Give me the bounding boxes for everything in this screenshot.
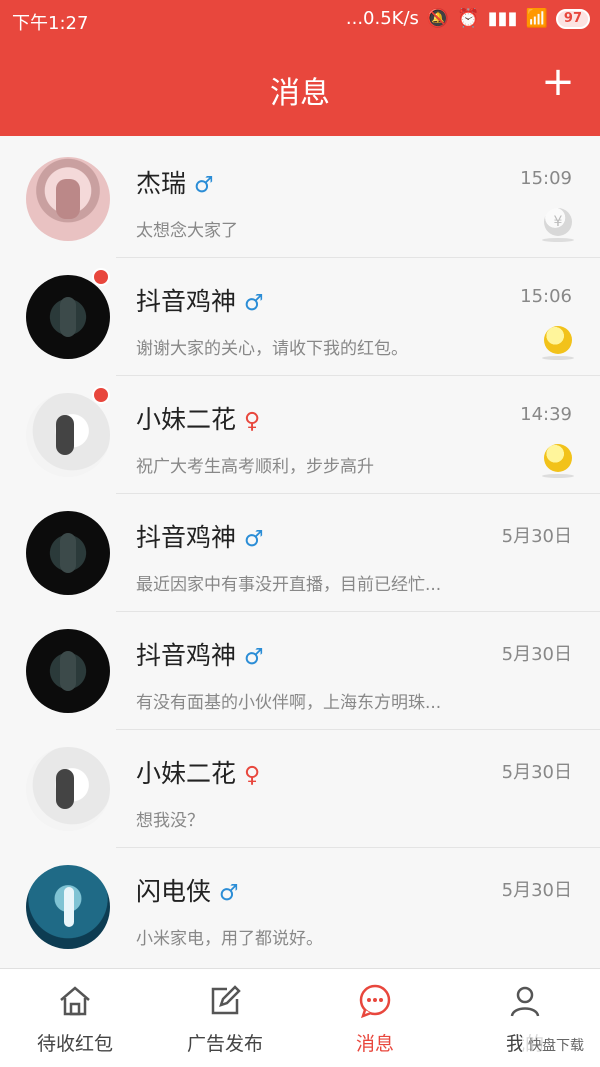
bottom-nav: 待收红包 广告发布 消息 我的 [0,968,600,1067]
message-row[interactable]: 抖音鸡神 ♂ 15:06 谢谢大家的关心，请收下我的红包。 [0,258,600,376]
app-header: 下午1:27 ...0.5K/s 🔕 ⏰ ▮▮▮ 📶 97 消息 + [0,0,600,136]
male-icon: ♂ [244,645,264,670]
male-icon: ♂ [244,291,264,316]
contact-name-text: 抖音鸡神 [136,641,237,670]
contact-name-text: 小妹二花 [136,759,237,788]
home-icon [60,986,90,1016]
avatar [26,629,110,713]
status-bar: 下午1:27 ...0.5K/s 🔕 ⏰ ▮▮▮ 📶 97 [0,0,600,40]
message-preview: 小米家电，用了都说好。 [136,929,323,949]
signal-icon: ▮▮▮ [487,8,518,29]
tab-red-packets[interactable]: 待收红包 [0,969,150,1067]
message-time: 5月30日 [501,762,572,783]
male-icon: ♂ [244,527,264,552]
tab-label: 消息 [355,1033,394,1055]
avatar [26,393,110,477]
contact-name-text: 抖音鸡神 [136,523,237,552]
contact-name: 小妹二花 ♀ [136,400,260,436]
message-time: 5月30日 [501,526,572,547]
contact-name: 抖音鸡神 ♂ [136,518,264,554]
gray-coin-icon: ¥ [544,208,572,236]
status-time: 下午1:27 [12,13,89,34]
avatar [26,275,110,359]
contact-name: 抖音鸡神 ♂ [136,636,264,672]
message-list: 杰瑞 ♂ 15:09 太想念大家了 ¥ 抖音鸡神 ♂ 15:06 谢谢大家的关心，请… [0,140,600,966]
contact-name: 小妹二花 ♀ [136,754,260,790]
male-icon: ♂ [194,173,214,198]
mute-icon: 🔕 [426,8,450,29]
message-preview: 祝广大考生高考顺利，步步高升 [136,457,374,477]
message-preview: 最近因家中有事没开直播，目前已经忙... [136,575,442,595]
message-time: 5月30日 [501,644,572,665]
add-button[interactable]: + [538,62,578,102]
tab-ad-publish[interactable]: 广告发布 [150,969,300,1067]
message-row[interactable]: 小妹二花 ♀ 14:39 祝广大考生高考顺利，步步高升 [0,376,600,494]
contact-name-text: 杰瑞 [136,169,187,198]
battery-icon: 97 [555,8,590,29]
status-icons: ...0.5K/s 🔕 ⏰ ▮▮▮ 📶 97 [346,8,590,29]
wifi-icon: 📶 [525,8,548,29]
tab-label: 广告发布 [186,1033,263,1055]
contact-name-text: 小妹二花 [136,405,237,434]
message-time: 5月30日 [501,880,572,901]
message-preview: 太想念大家了 [136,221,238,241]
message-row[interactable]: 抖音鸡神 ♂ 5月30日 有没有面基的小伙伴啊，上海东方明珠... [0,612,600,730]
alarm-icon: ⏰ [457,8,480,29]
message-time: 15:06 [520,286,572,307]
network-speed: ...0.5K/s [345,8,419,29]
message-preview: 有没有面基的小伙伴啊，上海东方明珠... [136,693,442,713]
avatar [26,747,110,831]
message-row[interactable]: 杰瑞 ♂ 15:09 太想念大家了 ¥ [0,140,600,258]
avatar [26,865,110,949]
gold-coin-icon [544,326,572,354]
edit-icon [211,985,241,1015]
avatar [26,157,110,241]
gold-coin-icon [544,444,572,472]
tab-label: 待收红包 [36,1033,113,1055]
page-title: 消息 [270,76,330,111]
message-row[interactable]: 闪电侠 ♂ 5月30日 小米家电，用了都说好。 [0,848,600,966]
contact-name: 杰瑞 ♂ [136,164,214,200]
tab-messages[interactable]: 消息 [300,969,450,1067]
message-row[interactable]: 小妹二花 ♀ 5月30日 想我没？ [0,730,600,848]
unread-dot-icon [92,268,110,286]
female-icon: ♀ [244,409,261,434]
male-icon: ♂ [219,881,239,906]
message-preview: 谢谢大家的关心，请收下我的红包。 [136,339,408,359]
unread-dot-icon [92,386,110,404]
message-preview: 想我没？ [136,811,204,831]
message-time: 14:39 [520,404,572,425]
avatar [26,511,110,595]
message-time: 15:09 [520,168,572,189]
contact-name: 抖音鸡神 ♂ [136,282,264,318]
user-icon [510,986,540,1017]
contact-name: 闪电侠 ♂ [136,872,239,908]
contact-name-text: 闪电侠 [136,877,212,906]
female-icon: ♀ [244,763,261,788]
contact-name-text: 抖音鸡神 [136,287,237,316]
chat-icon [359,984,391,1019]
message-row[interactable]: 抖音鸡神 ♂ 5月30日 最近因家中有事没开直播，目前已经忙... [0,494,600,612]
watermark-logo: 快盘下载 [522,1033,590,1057]
